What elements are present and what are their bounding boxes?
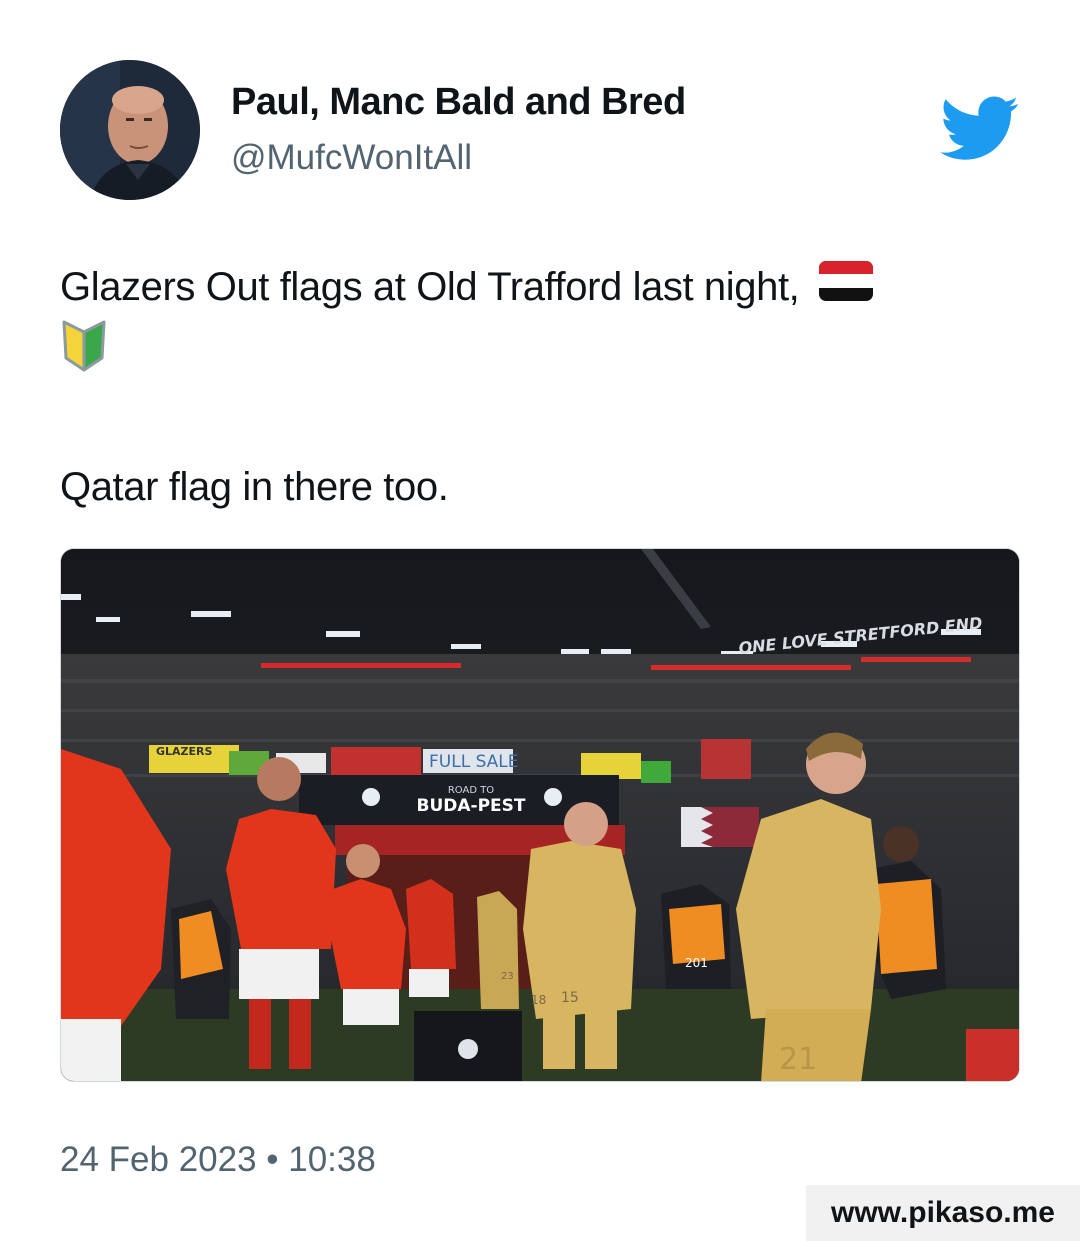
player-number-23: 23 xyxy=(501,971,514,982)
tweet-line-1: Glazers Out flags at Old Trafford last n… xyxy=(60,258,1000,318)
tunnel-buda-pest: BUDA-PEST xyxy=(417,796,526,816)
player-number-15: 15 xyxy=(561,990,579,1006)
full-sale-flag: FULL SALE xyxy=(429,752,519,772)
tunnel-road-to: ROAD TO xyxy=(448,785,494,796)
japanese-beginner-symbol-emoji-icon xyxy=(60,318,108,390)
player-number-18: 18 xyxy=(531,993,546,1007)
user-handle[interactable]: @MufcWonItAll xyxy=(231,138,472,178)
profile-photo-icon xyxy=(60,60,200,200)
steward-number: 201 xyxy=(685,956,708,970)
twitter-bird-icon[interactable] xyxy=(940,96,1020,162)
tweet-line-3: Qatar flag in there too. xyxy=(60,465,449,510)
watermark: www.pikaso.me xyxy=(806,1185,1080,1241)
tweet-line-2 xyxy=(60,318,1000,390)
display-name[interactable]: Paul, Manc Bald and Bred xyxy=(231,81,686,124)
player-number-21: 21 xyxy=(779,1042,817,1077)
tweet-line-1-text: Glazers Out flags at Old Trafford last n… xyxy=(60,265,800,309)
avatar[interactable] xyxy=(60,60,200,200)
yemen-flag-emoji-icon xyxy=(818,260,874,318)
glazers-flag: GLAZERS xyxy=(156,745,213,758)
tweet-timestamp[interactable]: 24 Feb 2023 • 10:38 xyxy=(60,1140,376,1180)
tweet-media-image[interactable]: ONE LOVE STRETFORD END GLAZERS FULL SALE xyxy=(60,548,1020,1082)
tweet-text: Glazers Out flags at Old Trafford last n… xyxy=(60,258,1000,516)
tweet-card: Paul, Manc Bald and Bred @MufcWonItAll G… xyxy=(0,0,1080,1241)
